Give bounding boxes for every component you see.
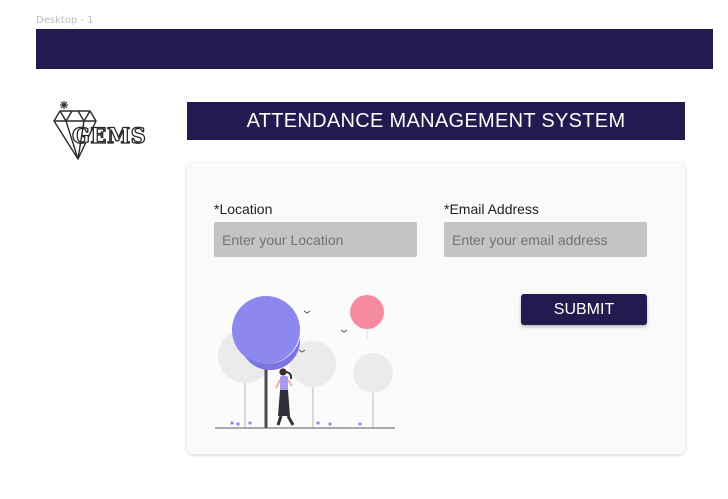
park-illustration [200,283,415,435]
frame-label: Desktop - 1 [36,15,94,26]
tree-crown [353,353,393,393]
walking-woman-illustration [200,283,415,435]
location-input[interactable] [214,222,417,257]
submit-button[interactable]: SUBMIT [521,294,647,325]
gems-logo: GEMS [52,101,160,163]
top-navigation-bar [36,29,713,69]
email-input[interactable] [444,222,647,257]
purple-tree-crown [232,296,300,364]
location-label: *Location [214,201,273,217]
email-label: *Email Address [444,201,539,217]
pink-tree-crown [350,295,384,329]
page-title: ATTENDANCE MANAGEMENT SYSTEM [187,102,685,140]
diamond-logo-icon: GEMS [53,101,147,160]
logo-text: GEMS [72,123,146,148]
